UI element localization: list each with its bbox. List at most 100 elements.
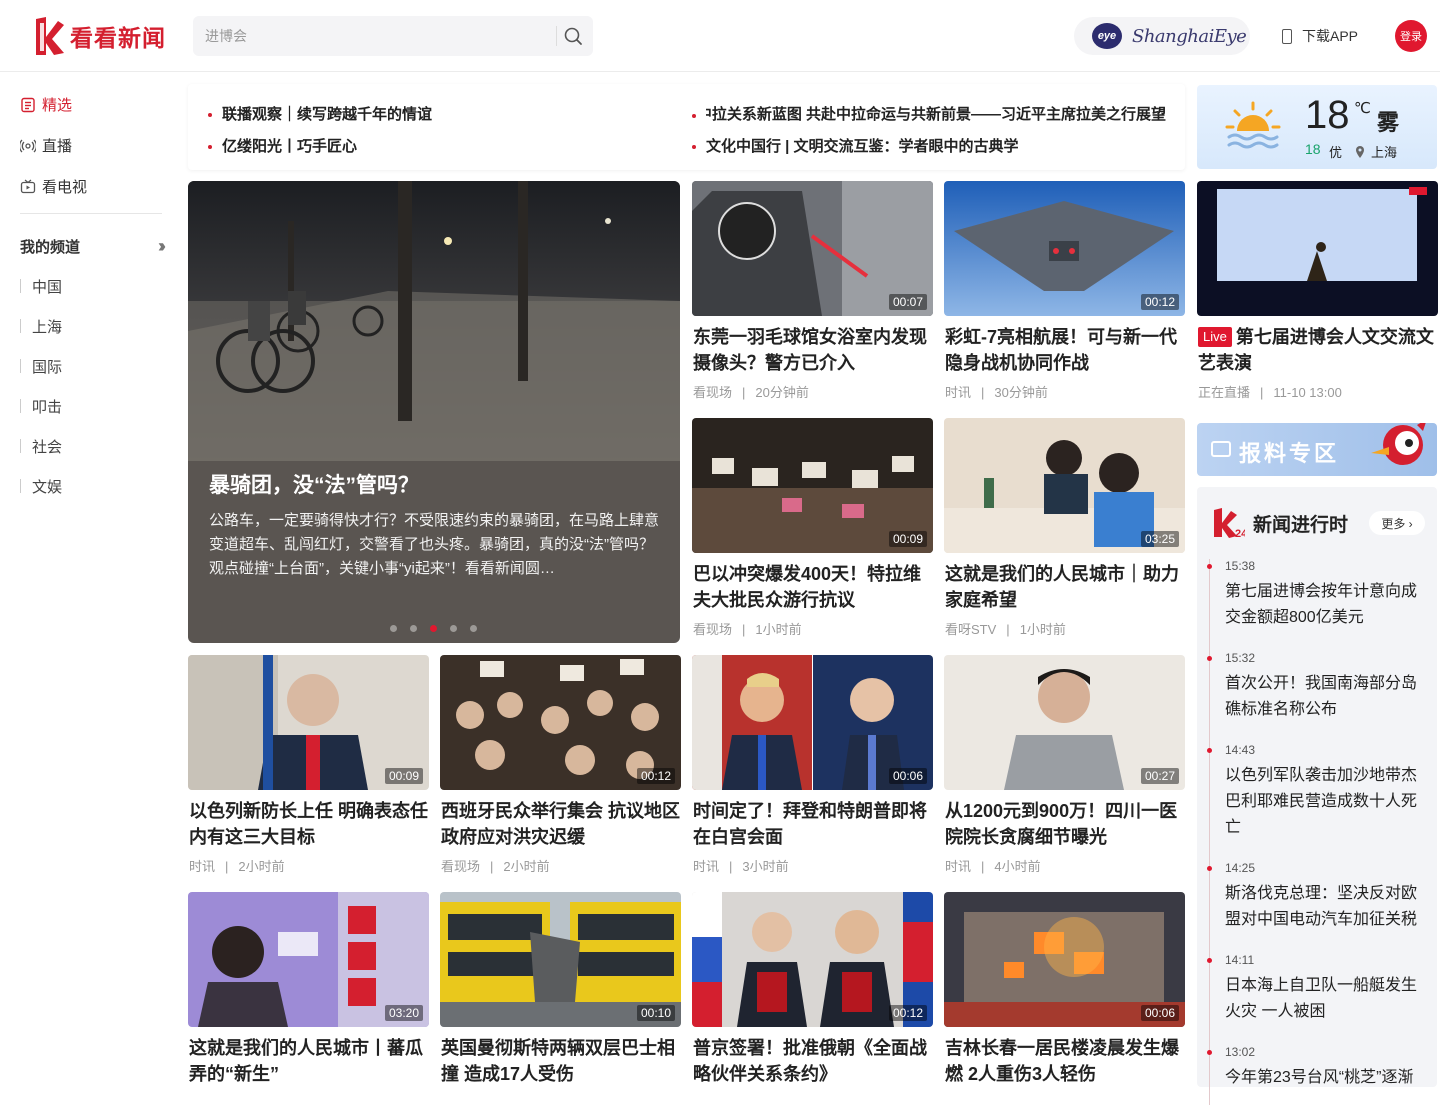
- card-source: 时讯: [945, 385, 972, 400]
- card-source: 看现场: [441, 859, 481, 874]
- ticker-item[interactable]: 文化中国行 | 文明交流互鉴：学者眼中的古典学: [692, 135, 1172, 156]
- news-live-item[interactable]: 15:32 首次公开！我国南海部分岛礁标准名称公布: [1207, 651, 1431, 743]
- carousel-dot[interactable]: [450, 625, 457, 632]
- download-app-link[interactable]: 下载APP: [1282, 26, 1358, 46]
- news-card[interactable]: 00:07 东莞一羽毛球馆女浴室内发现摄像头？警方已介入 看现场 | 20分钟前: [692, 181, 933, 401]
- video-duration: 00:07: [888, 294, 927, 310]
- live-card[interactable]: Live 第七届进博会人文交流文艺表演 正在直播 | 11-10 13:00: [1197, 181, 1438, 401]
- news-time: 15:38: [1225, 559, 1256, 573]
- news-live-item[interactable]: 14:43 以色列军队袭击加沙地带杰巴利耶难民营造成数十人死亡: [1207, 743, 1431, 861]
- ticker-text: 亿缕阳光丨巧手匠心: [222, 138, 358, 155]
- video-duration: 00:12: [636, 768, 675, 784]
- news-card[interactable]: 00:10 英国曼彻斯特两辆双层巴士相撞 造成17人受伤: [440, 892, 681, 1087]
- card-thumbnail: 03:25: [944, 418, 1185, 553]
- carousel-dot[interactable]: [410, 625, 417, 632]
- channel-marker: [20, 359, 21, 373]
- news-card[interactable]: 00:06 时间定了！拜登和特朗普即将在白宫会面 时讯 | 3小时前: [692, 655, 933, 875]
- location: 上海: [1355, 142, 1397, 161]
- card-source: 时讯: [189, 859, 216, 874]
- hero-title: 暴骑团，没“法”管吗？: [209, 474, 419, 497]
- weather-condition: 雾: [1377, 110, 1400, 135]
- channel-item[interactable]: 叩击: [20, 386, 162, 426]
- news-card[interactable]: 00:27 从1200元到900万！四川一医院院长贪腐细节曝光 时讯 | 4小时前: [944, 655, 1185, 875]
- channel-item[interactable]: 中国: [20, 266, 162, 306]
- ticker-item[interactable]: 亿缕阳光丨巧手匠心: [208, 135, 668, 156]
- timeline-dot: [1207, 958, 1212, 963]
- video-duration: 00:12: [888, 1005, 927, 1021]
- nav-item-tv[interactable]: 看电视: [20, 166, 162, 207]
- news-live-panel: 24 新闻进行时 更多 › 15:38 第七届进博会按年计意向成交金额超800亿美…: [1197, 487, 1437, 1105]
- news-live-item[interactable]: 14:11 日本海上自卫队一船艇发生火灾 一人被困: [1207, 953, 1431, 1045]
- channel-item[interactable]: 上海: [20, 306, 162, 346]
- card-title-text: 第七届进博会人文交流文艺表演: [1198, 327, 1434, 373]
- ticker-text: 描绘中拉关系新蓝图 共赴中拉命运与共新前景——习近平主席拉美之行展望: [706, 106, 1166, 123]
- card-source: 时讯: [693, 859, 720, 874]
- nav-item-featured[interactable]: 精选: [20, 84, 162, 125]
- ticker-item[interactable]: 联播观察｜续写跨越千年的情谊: [208, 103, 668, 124]
- card-image: [1197, 181, 1438, 316]
- meta-separator: |: [1260, 385, 1264, 400]
- card-thumbnail: 00:12: [692, 892, 933, 1027]
- news-card[interactable]: 00:12 西班牙民众举行集会 抗议地区政府应对洪灾迟缓 看现场 | 2小时前: [440, 655, 681, 875]
- more-button[interactable]: 更多 ›: [1369, 511, 1425, 535]
- news-card[interactable]: 03:20 这就是我们的人民城市丨蕃瓜弄的“新生”: [188, 892, 429, 1087]
- card-thumbnail: 00:06: [692, 655, 933, 790]
- news-live-item[interactable]: 14:25 斯洛伐克总理：坚决反对欧盟对中国电动汽车加征关税: [1207, 861, 1431, 953]
- card-meta: 看现场 | 1小时前: [692, 619, 933, 638]
- ticker-item[interactable]: 描绘中拉关系新蓝图 共赴中拉命运与共新前景——习近平主席拉美之行展望: [692, 103, 1172, 124]
- news-card[interactable]: 00:06 吉林长春一居民楼凌晨发生爆燃 2人重伤3人轻伤: [944, 892, 1185, 1087]
- news-live-item[interactable]: 15:38 第七届进博会按年计意向成交金额超800亿美元: [1207, 559, 1431, 651]
- news-time: 14:25: [1225, 861, 1256, 875]
- news-live-item[interactable]: 13:02 今年第23号台风“桃芝”逐渐: [1207, 1045, 1431, 1105]
- channel-item[interactable]: 社会: [20, 426, 162, 466]
- kankan-logo-icon: 24: [1214, 508, 1245, 539]
- card-title: 普京签署！批准俄朝《全面战略伙伴关系条约》: [693, 1038, 927, 1084]
- channel-marker: [20, 479, 21, 493]
- card-thumbnail: 00:07: [692, 181, 933, 316]
- aqi-value: 18: [1305, 141, 1321, 157]
- video-duration: 00:12: [1140, 294, 1179, 310]
- site-logo[interactable]: 看看新闻: [32, 14, 166, 58]
- channel-item[interactable]: 国际: [20, 346, 162, 386]
- search-icon[interactable]: [563, 26, 583, 46]
- card-thumbnail: 03:20: [188, 892, 429, 1027]
- timeline-dot: [1207, 564, 1212, 569]
- card-title: 吉林长春一居民楼凌晨发生爆燃 2人重伤3人轻伤: [945, 1038, 1179, 1084]
- channel-label: 文娱: [32, 478, 63, 496]
- login-button[interactable]: 登录: [1395, 20, 1427, 52]
- report-banner[interactable]: 报料专区: [1197, 423, 1437, 476]
- hero-carousel[interactable]: 暴骑团，没“法”管吗？ 公路车，一定要骑得快才行？不受限速约束的暴骑团，在马路上…: [188, 181, 680, 643]
- news-card[interactable]: 00:12 普京签署！批准俄朝《全面战略伙伴关系条约》: [692, 892, 933, 1087]
- bullet-dot: [692, 145, 696, 150]
- nav-item-label: 直播: [42, 138, 73, 155]
- card-title: 巴以冲突爆发400天！特拉维夫大批民众游行抗议: [693, 564, 922, 610]
- video-duration: 03:20: [384, 1005, 423, 1021]
- card-title: 这就是我们的人民城市｜助力家庭希望: [945, 564, 1179, 610]
- bullet-dot: [208, 145, 212, 150]
- temperature-unit: ℃: [1354, 100, 1371, 117]
- news-time: 15:32: [1225, 651, 1256, 665]
- news-card[interactable]: 00:09 以色列新防长上任 明确表态任内有这三大目标 时讯 | 2小时前: [188, 655, 429, 875]
- ticker-text: 文化中国行 | 文明交流互鉴：学者眼中的古典学: [706, 138, 1019, 155]
- card-time: 11-10 13:00: [1273, 385, 1342, 400]
- nav-item-live[interactable]: 直播: [20, 125, 162, 166]
- carousel-dot[interactable]: [470, 625, 477, 632]
- card-meta: 时讯 | 4小时前: [944, 856, 1185, 875]
- weather-widget[interactable]: 18 ℃ 雾 18 优 上海: [1197, 85, 1437, 169]
- carousel-dot[interactable]: [390, 625, 397, 632]
- video-duration: 03:25: [1140, 531, 1179, 547]
- phone-icon: [1282, 28, 1292, 44]
- news-card[interactable]: 00:12 彩虹-7亮相航展！可与新一代隐身战机协同作战 时讯 | 30分钟前: [944, 181, 1185, 401]
- download-app-label: 下载APP: [1302, 28, 1359, 44]
- news-text: 以色列军队袭击加沙地带杰巴利耶难民营造成数十人死亡: [1225, 767, 1418, 836]
- channel-item[interactable]: 文娱: [20, 466, 162, 506]
- news-card[interactable]: 03:25 这就是我们的人民城市｜助力家庭希望 看呀STV | 1小时前: [944, 418, 1185, 638]
- shanghai-eye-link[interactable]: eye ShanghaiEye: [1074, 17, 1250, 55]
- card-time: 30分钟前: [994, 385, 1048, 400]
- card-thumbnail: 00:09: [692, 418, 933, 553]
- carousel-dot-active[interactable]: [430, 625, 437, 632]
- ticker-text: 联播观察｜续写跨越千年的情谊: [222, 106, 433, 123]
- news-card[interactable]: 00:09 巴以冲突爆发400天！特拉维夫大批民众游行抗议 看现场 | 1小时前: [692, 418, 933, 638]
- search-input[interactable]: [205, 16, 545, 56]
- double-chevron-right-icon[interactable]: ››: [158, 236, 166, 257]
